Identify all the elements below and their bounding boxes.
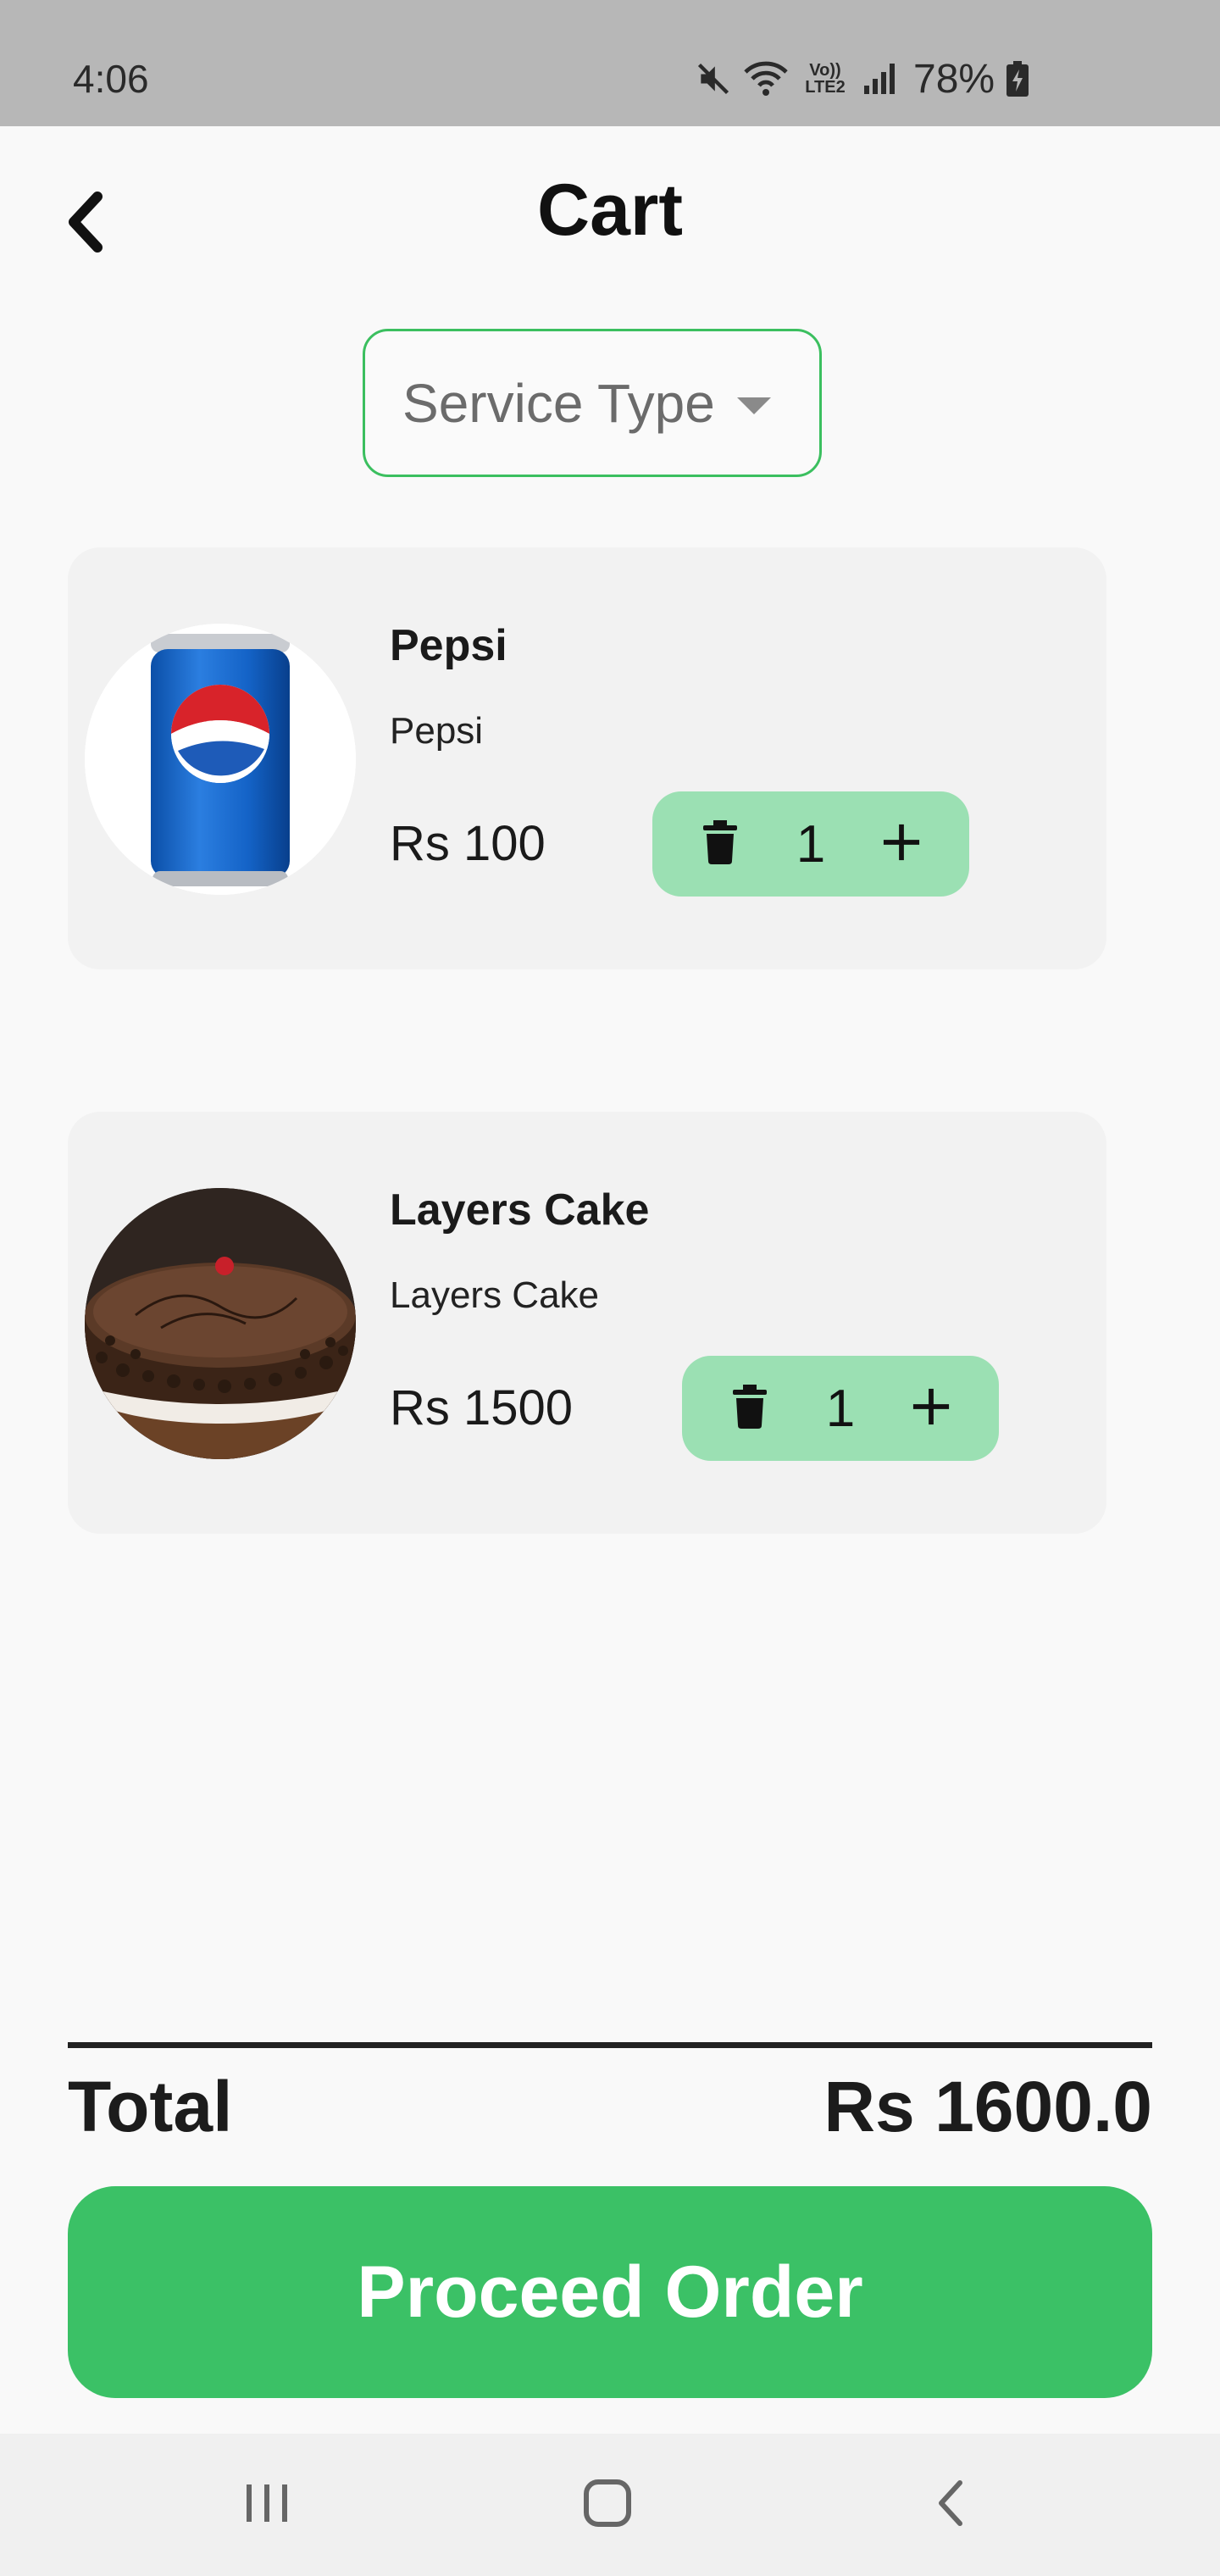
cart-item-card: Layers Cake Layers Cake Rs 1500 1 [68,1112,1106,1534]
home-icon [583,2479,632,2532]
mute-icon [695,60,732,97]
signal-icon [862,62,896,96]
home-button[interactable] [569,2471,646,2539]
product-image-pepsi [85,624,356,895]
status-icons: Vo)) LTE2 78% [695,49,1029,108]
recent-apps-button[interactable] [229,2471,305,2539]
proceed-order-button[interactable]: Proceed Order [68,2186,1152,2398]
product-image-cake [85,1188,356,1459]
total-label: Total [68,2067,233,2146]
item-price: Rs 100 [390,816,546,871]
item-name: Pepsi [390,621,507,670]
delete-button[interactable] [695,814,746,874]
lte-icon: Vo)) LTE2 [805,61,846,97]
delete-button[interactable] [724,1379,775,1438]
increment-button[interactable] [906,1379,957,1438]
wifi-icon [744,60,788,97]
battery-percent: 78% [913,56,995,102]
recent-apps-icon [243,2481,291,2529]
service-type-label: Service Type [402,372,715,434]
trash-icon [703,819,737,869]
page-title: Cart [536,169,684,251]
caret-down-icon [736,397,771,414]
total-value: Rs 1600.0 [824,2067,1152,2146]
plus-icon [912,1387,951,1430]
system-back-button[interactable] [912,2471,988,2539]
item-description: Pepsi [390,710,484,752]
item-name: Layers Cake [390,1185,650,1235]
back-icon [934,2478,965,2533]
quantity-value: 1 [825,1379,856,1438]
item-description: Layers Cake [390,1274,600,1316]
quantity-stepper: 1 [682,1356,999,1461]
plus-icon [882,823,921,866]
app-header: Cart [0,126,1220,296]
cart-item-card: Pepsi Pepsi Rs 100 1 [68,547,1106,969]
quantity-stepper: 1 [652,791,969,897]
status-bar: 4:06 Vo)) LTE2 78% [0,0,1220,126]
trash-icon [733,1384,767,1433]
status-time: 4:06 [73,57,149,101]
total-divider [68,2042,1152,2048]
item-price: Rs 1500 [390,1380,574,1435]
service-type-dropdown[interactable]: Service Type [363,329,822,477]
battery-charging-icon [1006,61,1029,97]
increment-button[interactable] [876,814,927,874]
system-nav-bar [0,2434,1220,2576]
quantity-value: 1 [796,814,826,874]
